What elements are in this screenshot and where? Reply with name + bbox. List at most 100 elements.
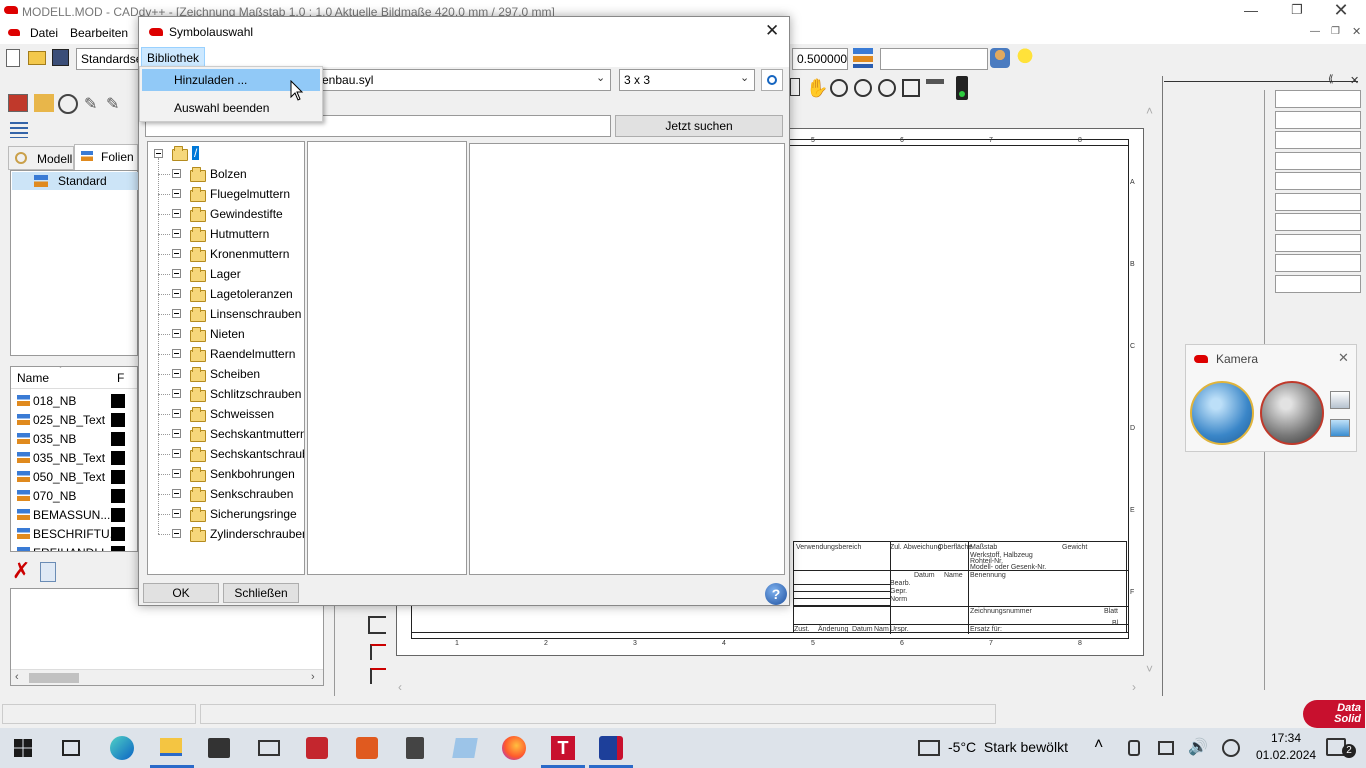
zoom-window-icon[interactable] [902,79,920,97]
root-collapse-icon[interactable] [154,149,163,158]
info-hscrollbar[interactable]: ‹ › [11,669,323,685]
folder-collapse-icon[interactable] [172,229,181,238]
tree-folder-item[interactable]: Raendelmuttern [148,346,304,364]
tree-folder-item[interactable]: Nieten [148,326,304,344]
tree-folder-item[interactable]: Sechskantschraub [148,446,304,464]
close-app-button[interactable]: ✕ [1326,0,1356,22]
camera-close-icon[interactable]: ✕ [1338,350,1349,366]
layer-color-swatch[interactable] [111,527,125,541]
property-field[interactable] [1275,213,1361,231]
open-folder-icon[interactable] [28,51,46,65]
target-button[interactable] [761,69,783,91]
layer-row[interactable]: ERFIHANDLI [11,543,125,551]
property-field[interactable] [1275,254,1361,272]
calculator-icon[interactable] [406,737,424,759]
minimize-button[interactable]: — [1236,2,1266,22]
layer-row[interactable]: 050_NB_Text [11,467,125,486]
command-input[interactable] [880,48,988,70]
ok-button[interactable]: OK [143,583,219,603]
pencil-icon[interactable]: ✎ [84,94,102,113]
lightbulb-icon[interactable] [1016,47,1034,69]
layer-row[interactable]: BESCHRIFTU... [11,524,125,543]
scroll-right-icon[interactable]: › [311,671,315,683]
arc-tool-icon[interactable] [370,644,386,660]
folder-collapse-icon[interactable] [172,509,181,518]
search-now-button[interactable]: Jetzt suchen [615,115,783,137]
folder-collapse-icon[interactable] [172,389,181,398]
layers-stack-icon[interactable] [853,48,873,68]
mdi-close-icon[interactable]: ✕ [1352,25,1361,38]
layer-color-swatch[interactable] [111,432,125,446]
canvas-scroll-up-icon[interactable]: ˄ [1146,104,1153,118]
tree-folder-item[interactable]: Senkbohrungen [148,466,304,484]
folder-collapse-icon[interactable] [172,289,181,298]
scroll-thumb[interactable] [29,673,79,683]
tree-folder-item[interactable]: Senkschrauben [148,486,304,504]
weather-icon[interactable] [918,740,940,756]
tree-folder-item[interactable]: Hutmuttern [148,226,304,244]
grid-combo[interactable]: 3 x 3 ⌄ [619,69,755,91]
tree-folder-item[interactable]: Fluegelmuttern [148,186,304,204]
layer-row[interactable]: BEMASSUN... [11,505,125,524]
tree-root[interactable]: / [154,146,234,162]
folder-collapse-icon[interactable] [172,469,181,478]
camera-rotate-icon[interactable] [1260,381,1324,445]
folder-collapse-icon[interactable] [172,409,181,418]
folder-collapse-icon[interactable] [172,169,181,178]
volume-icon[interactable]: 🔊 [1188,737,1208,757]
pan-hand-icon[interactable]: ✋ [806,78,828,98]
column-f[interactable]: F [117,371,124,385]
edit-icon[interactable]: ✎ [106,94,124,113]
reader-icon[interactable] [306,737,328,759]
canvas-scroll-right-icon[interactable]: › [1132,680,1136,694]
menu-datei[interactable]: Datei [30,26,58,40]
folder-collapse-icon[interactable] [172,249,181,258]
menu-bibliothek[interactable]: Bibliothek [141,47,206,67]
zoom-all-icon[interactable] [878,79,896,97]
panel-arrows-icon[interactable]: ⟪ [1328,74,1334,85]
traffic-light-icon[interactable] [956,76,968,100]
folder-collapse-icon[interactable] [172,489,181,498]
menu-bearbeiten[interactable]: Bearbeiten [70,26,128,40]
tree-folder-item[interactable]: Bolzen [148,166,304,184]
layer-color-swatch[interactable] [111,508,125,522]
tab-folien[interactable]: Folien [74,144,138,170]
layer-color-swatch[interactable] [111,451,125,465]
tree-folder-item[interactable]: Lager [148,266,304,284]
tray-app-icon[interactable] [1128,740,1140,756]
property-field[interactable] [1275,274,1361,293]
folder-tool-icon[interactable] [34,94,54,112]
layer-color-swatch[interactable] [111,489,125,503]
property-field[interactable] [1275,90,1361,108]
weather-label[interactable]: -5°C Stark bewölkt [948,739,1068,755]
tree-folder-item[interactable]: Sicherungsringe [148,506,304,524]
scroll-left-icon[interactable]: ‹ [15,671,19,683]
start-windows-icon[interactable] [14,739,32,757]
column-name[interactable]: Name [17,371,49,385]
explorer-icon[interactable] [160,738,182,756]
clock-time[interactable]: 17:34 [1266,731,1306,745]
property-field[interactable] [1275,192,1361,211]
layer-row[interactable]: 025_NB_Text [11,410,125,429]
layer-color-swatch[interactable] [111,470,125,484]
language-globe-icon[interactable] [1222,739,1240,757]
folder-collapse-icon[interactable] [172,309,181,318]
tree-folder-item[interactable]: Schlitzschrauben [148,386,304,404]
list-icon[interactable] [10,122,28,138]
new-file-icon[interactable] [6,49,20,67]
measure-tool-icon[interactable] [58,94,78,114]
layer-row[interactable]: 035_NB [11,429,125,448]
zoom-in-icon[interactable] [830,79,848,97]
tree-folder-item[interactable]: Sechskantmuttern [148,426,304,444]
dialog-close-icon[interactable]: ✕ [765,21,779,41]
paint-roller-icon[interactable] [926,79,944,97]
layer-color-swatch[interactable] [111,413,125,427]
close-dialog-button[interactable]: Schließen [223,583,299,603]
tree-folder-item[interactable]: Gewindestifte [148,206,304,224]
folder-collapse-icon[interactable] [172,369,181,378]
property-field[interactable] [1275,233,1361,252]
canvas-scroll-down-icon[interactable]: ˅ [1146,662,1153,676]
mail-icon[interactable] [258,740,280,756]
tree-folder-item[interactable]: Lagetoleranzen [148,286,304,304]
zoom-out-icon[interactable] [854,79,872,97]
